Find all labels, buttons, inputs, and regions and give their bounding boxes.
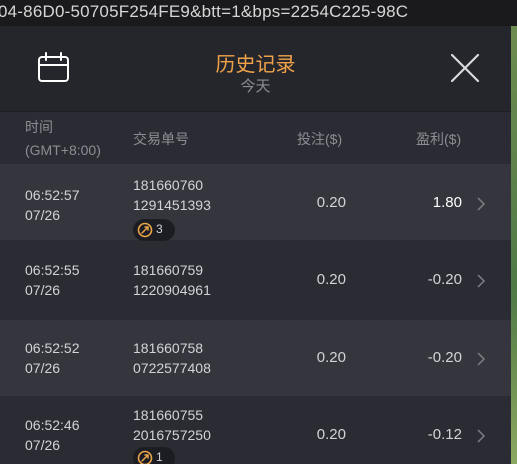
history-row[interactable]: 06:52:57 07/26 181660760 1291451393 3 0.… bbox=[0, 164, 511, 241]
history-row[interactable]: 06:52:52 07/26 181660758 0722577408 0.20… bbox=[0, 320, 511, 396]
panel-header: 历史记录 今天 bbox=[0, 26, 511, 112]
row-date: 07/26 bbox=[25, 282, 61, 298]
spin-icon bbox=[137, 450, 153, 464]
browser-url-bar[interactable]: 04-86D0-50705F254FE9&btt=1&bps=2254C225-… bbox=[0, 0, 517, 26]
row-round-id: 1220904961 bbox=[133, 282, 211, 298]
column-profit: 盈利($) bbox=[416, 131, 462, 147]
row-profit: -0.12 bbox=[427, 426, 462, 443]
row-time: 06:52:57 bbox=[25, 187, 80, 203]
history-row[interactable]: 06:52:46 07/26 181660755 2016757250 1 0.… bbox=[0, 398, 511, 464]
badge-count: 1 bbox=[156, 450, 163, 464]
row-date: 07/26 bbox=[25, 437, 61, 453]
row-order-id: 181660759 bbox=[133, 262, 204, 278]
badge-count: 3 bbox=[156, 222, 163, 236]
column-timezone: (GMT+8:00) bbox=[25, 142, 101, 158]
row-time: 06:52:46 bbox=[25, 417, 80, 433]
history-panel: 历史记录 今天 时间 (GMT+8:00) 交易单号 投注($) 盈利($) 0… bbox=[0, 26, 511, 464]
row-profit: -0.20 bbox=[427, 271, 462, 288]
row-stake: 0.20 bbox=[316, 426, 346, 443]
row-order-id: 181660755 bbox=[133, 407, 204, 423]
row-time: 06:52:52 bbox=[25, 340, 80, 356]
chevron-right-icon bbox=[477, 429, 486, 443]
row-date: 07/26 bbox=[25, 360, 61, 376]
close-icon[interactable] bbox=[450, 53, 480, 83]
row-stake: 0.20 bbox=[316, 349, 346, 366]
row-date: 07/26 bbox=[25, 207, 61, 223]
column-stake: 投注($) bbox=[297, 131, 343, 147]
column-order-id: 交易单号 bbox=[133, 131, 189, 147]
chevron-right-icon bbox=[477, 274, 486, 288]
row-stake: 0.20 bbox=[316, 271, 346, 288]
free-spin-badge: 1 bbox=[133, 447, 175, 464]
page-title: 历史记录 bbox=[215, 54, 296, 76]
row-profit: 1.80 bbox=[432, 194, 462, 211]
chevron-right-icon bbox=[477, 197, 486, 211]
row-stake: 0.20 bbox=[316, 194, 346, 211]
column-time: 时间 bbox=[25, 119, 53, 135]
row-round-id: 1291451393 bbox=[133, 197, 211, 213]
row-round-id: 0722577408 bbox=[133, 360, 211, 376]
row-order-id: 181660760 bbox=[133, 177, 204, 193]
column-header: 时间 (GMT+8:00) 交易单号 投注($) 盈利($) bbox=[0, 112, 511, 164]
chevron-right-icon bbox=[477, 352, 486, 366]
spin-icon bbox=[137, 222, 153, 238]
row-profit: -0.20 bbox=[427, 349, 462, 366]
date-filter-label[interactable]: 今天 bbox=[0, 75, 511, 96]
background-edge bbox=[511, 26, 517, 464]
free-spin-badge: 3 bbox=[133, 219, 175, 241]
row-time: 06:52:55 bbox=[25, 262, 80, 278]
history-row[interactable]: 06:52:55 07/26 181660759 1220904961 0.20… bbox=[0, 242, 511, 318]
row-order-id: 181660758 bbox=[133, 340, 204, 356]
url-text: 04-86D0-50705F254FE9&btt=1&bps=2254C225-… bbox=[0, 2, 409, 21]
row-round-id: 2016757250 bbox=[133, 427, 211, 443]
